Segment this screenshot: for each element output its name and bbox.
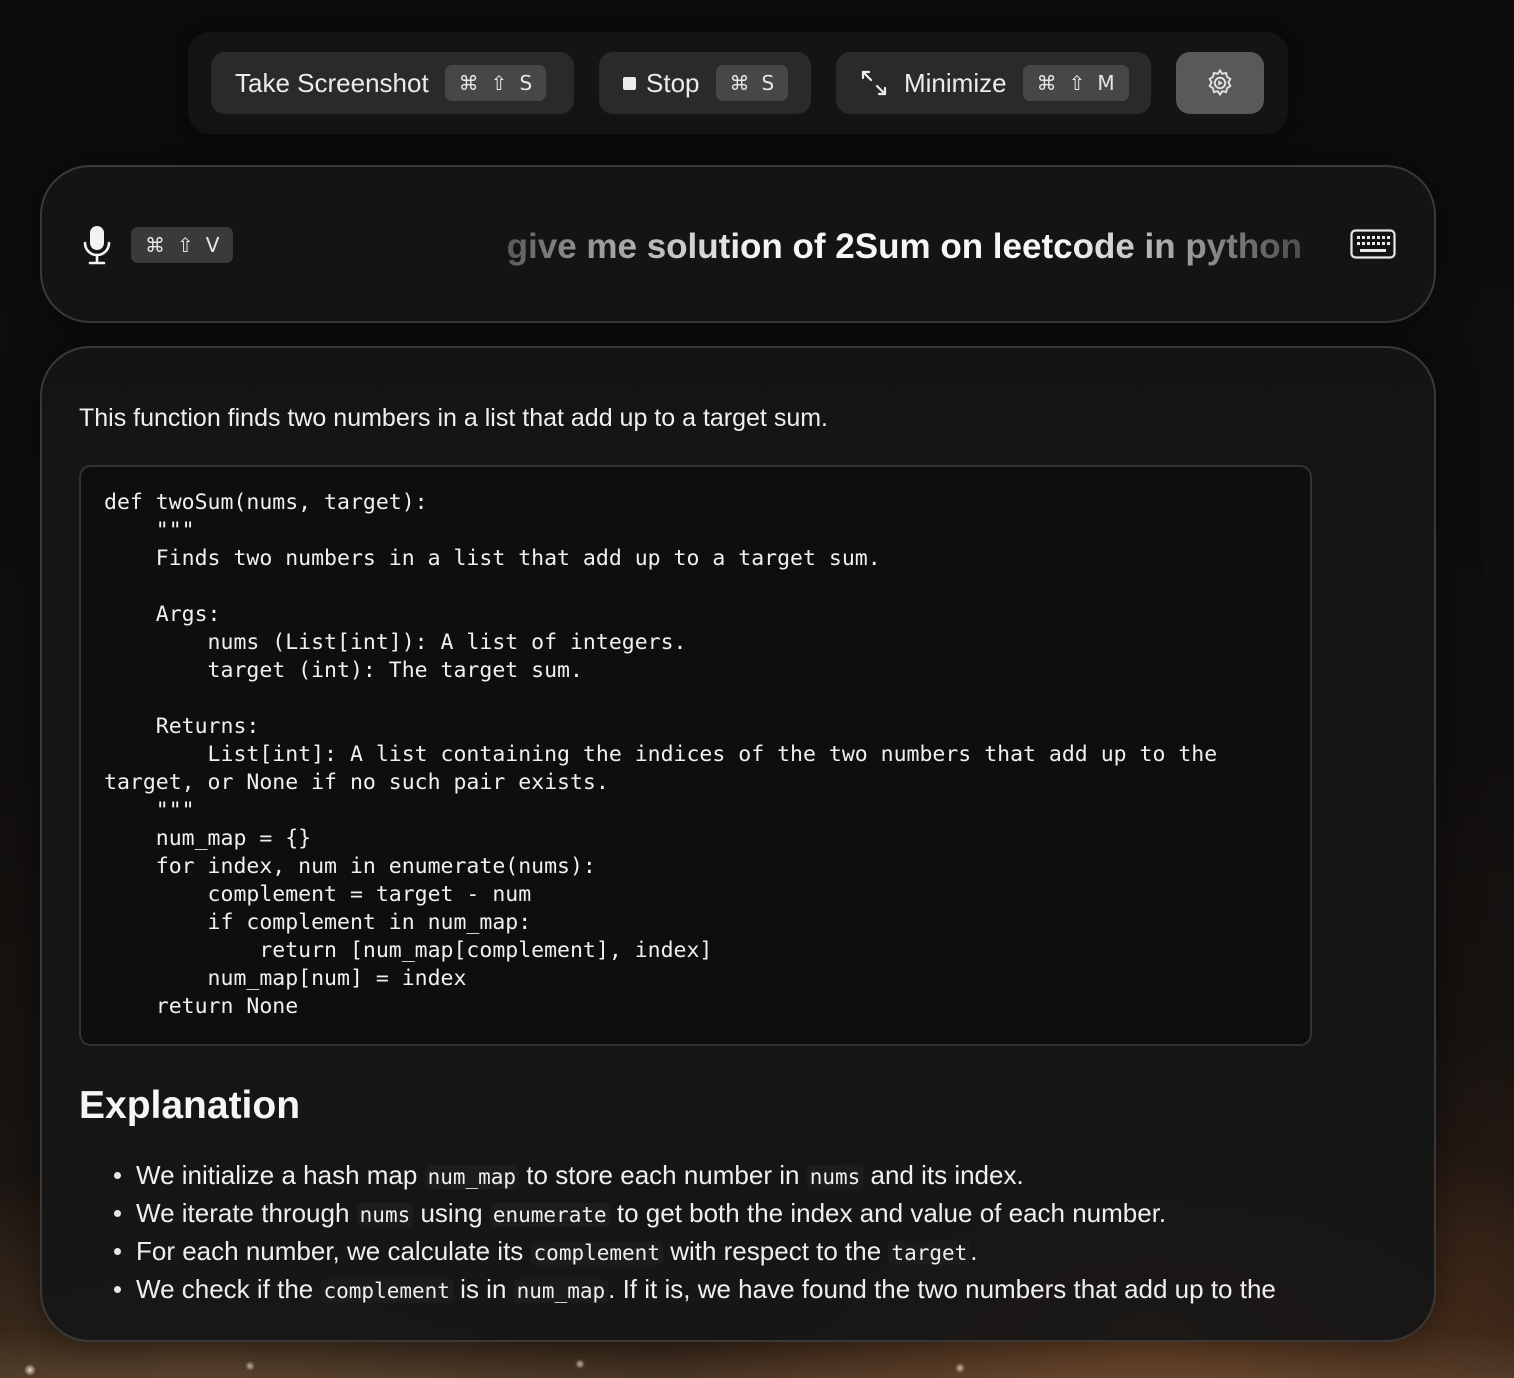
explanation-text: . bbox=[970, 1236, 978, 1266]
inline-code: target bbox=[888, 1241, 971, 1265]
explanation-text: to get both the index and value of each … bbox=[609, 1198, 1167, 1228]
explanation-text: . If it is, we have found the two number… bbox=[608, 1274, 1276, 1304]
microphone-icon[interactable] bbox=[82, 225, 112, 265]
letter-key: V bbox=[205, 233, 220, 257]
command-key: ⌘ bbox=[458, 71, 479, 95]
keyboard-icon[interactable] bbox=[1350, 229, 1396, 259]
inline-code: num_map bbox=[424, 1165, 520, 1189]
minimize-arrows-icon bbox=[861, 70, 887, 96]
response-intro: This function finds two numbers in a lis… bbox=[79, 404, 828, 432]
take-screenshot-button[interactable]: Take Screenshot ⌘ ⇧ S bbox=[211, 52, 574, 114]
explanation-text: For each number, we calculate its bbox=[136, 1236, 531, 1266]
letter-key: S bbox=[519, 71, 533, 95]
shortcut-badge: ⌘ S bbox=[715, 65, 789, 101]
code-text: def twoSum(nums, target): """ Finds two … bbox=[104, 490, 1218, 1019]
explanation-heading: Explanation bbox=[79, 1084, 301, 1127]
explanation-item: We initialize a hash map num_map to stor… bbox=[79, 1156, 1409, 1194]
prompt-panel: ⌘ ⇧ V give me solution of 2Sum on leetco… bbox=[40, 165, 1436, 323]
gear-icon bbox=[1208, 68, 1232, 97]
inline-code: nums bbox=[356, 1203, 414, 1227]
voice-shortcut-badge: ⌘ ⇧ V bbox=[131, 227, 234, 263]
control-toolbar: Take Screenshot ⌘ ⇧ S Stop ⌘ S Minimize … bbox=[188, 32, 1288, 134]
minimize-label: Minimize bbox=[904, 67, 1007, 98]
shift-key: ⇧ bbox=[1068, 71, 1086, 95]
explanation-text: is in bbox=[452, 1274, 514, 1304]
explanation-list: We initialize a hash map num_map to stor… bbox=[79, 1156, 1409, 1308]
command-key: ⌘ bbox=[729, 71, 750, 95]
stop-icon bbox=[623, 76, 636, 90]
inline-code: complement bbox=[530, 1241, 663, 1265]
letter-key: M bbox=[1097, 71, 1115, 95]
settings-button[interactable] bbox=[1176, 52, 1264, 114]
stop-button[interactable]: Stop ⌘ S bbox=[599, 52, 811, 114]
minimize-button[interactable]: Minimize ⌘ ⇧ M bbox=[836, 52, 1151, 114]
shift-key: ⇧ bbox=[490, 71, 508, 95]
explanation-item: For each number, we calculate its comple… bbox=[79, 1232, 1409, 1270]
explanation-text: with respect to the bbox=[662, 1236, 889, 1266]
explanation-item: We check if the complement is in num_map… bbox=[79, 1270, 1409, 1308]
explanation-text: and its index. bbox=[863, 1160, 1024, 1190]
take-screenshot-label: Take Screenshot bbox=[235, 67, 429, 98]
letter-key: S bbox=[761, 71, 775, 95]
inline-code: enumerate bbox=[489, 1203, 610, 1227]
explanation-text: We iterate through bbox=[136, 1198, 357, 1228]
shortcut-badge: ⌘ ⇧ M bbox=[1022, 65, 1129, 101]
explanation-text: using bbox=[413, 1198, 490, 1228]
response-panel: This function finds two numbers in a lis… bbox=[40, 346, 1436, 1342]
command-key: ⌘ bbox=[1036, 71, 1057, 95]
shortcut-badge: ⌘ ⇧ S bbox=[444, 65, 547, 101]
command-key: ⌘ bbox=[145, 233, 165, 257]
explanation-item: We iterate through nums using enumerate … bbox=[79, 1194, 1409, 1232]
shift-key: ⇧ bbox=[177, 233, 194, 257]
stop-label: Stop bbox=[646, 67, 700, 98]
inline-code: nums bbox=[806, 1165, 864, 1189]
code-block: def twoSum(nums, target): """ Finds two … bbox=[79, 465, 1312, 1046]
explanation-text: to store each number in bbox=[519, 1160, 807, 1190]
explanation-text: We initialize a hash map bbox=[136, 1160, 425, 1190]
prompt-text[interactable]: give me solution of 2Sum on leetcode in … bbox=[462, 225, 1302, 269]
inline-code: num_map bbox=[513, 1279, 609, 1303]
explanation-text: We check if the bbox=[136, 1274, 321, 1304]
inline-code: complement bbox=[320, 1279, 453, 1303]
